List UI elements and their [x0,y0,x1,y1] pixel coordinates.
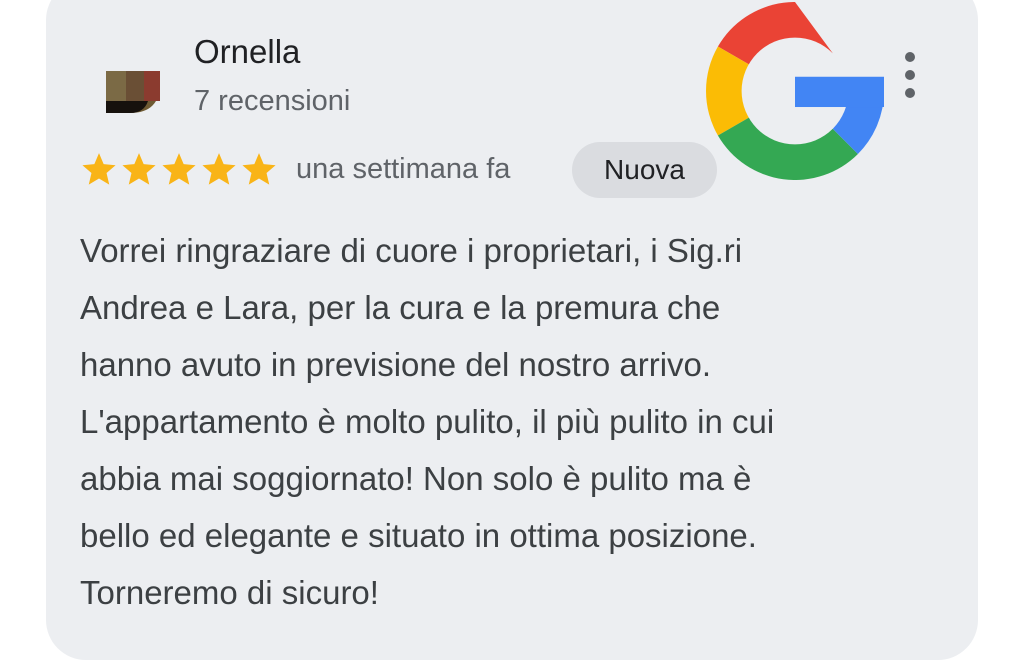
star-icon [122,153,156,185]
review-text-line: Vorrei ringraziare di cuore i proprietar… [80,232,743,269]
star-icon [242,153,276,185]
more-options-button[interactable] [898,50,922,100]
review-text-line: hanno avuto in previsione del nostro arr… [80,346,712,383]
star-icon [82,153,116,185]
reviewer-review-count: 7 recensioni [194,85,351,117]
star-rating [80,150,278,188]
review-text: Vorrei ringraziare di cuore i proprietar… [80,222,950,621]
review-text-line: Torneremo di sicuro! [80,574,379,611]
review-time: una settimana fa [296,153,511,185]
new-badge: Nuova [572,142,717,198]
star-icon [202,153,236,185]
star-icon [162,153,196,185]
google-g-icon [706,2,884,180]
review-text-line: Andrea e Lara, per la cura e la premura … [80,289,721,326]
avatar[interactable] [104,69,162,115]
review-text-line: L'appartamento è molto pulito, il più pu… [80,403,775,440]
review-text-line: abbia mai soggiornato! Non solo è pulito… [80,460,752,497]
reviewer-name[interactable]: Ornella [194,32,300,72]
review-text-line: bello ed elegante e situato in ottima po… [80,517,757,554]
